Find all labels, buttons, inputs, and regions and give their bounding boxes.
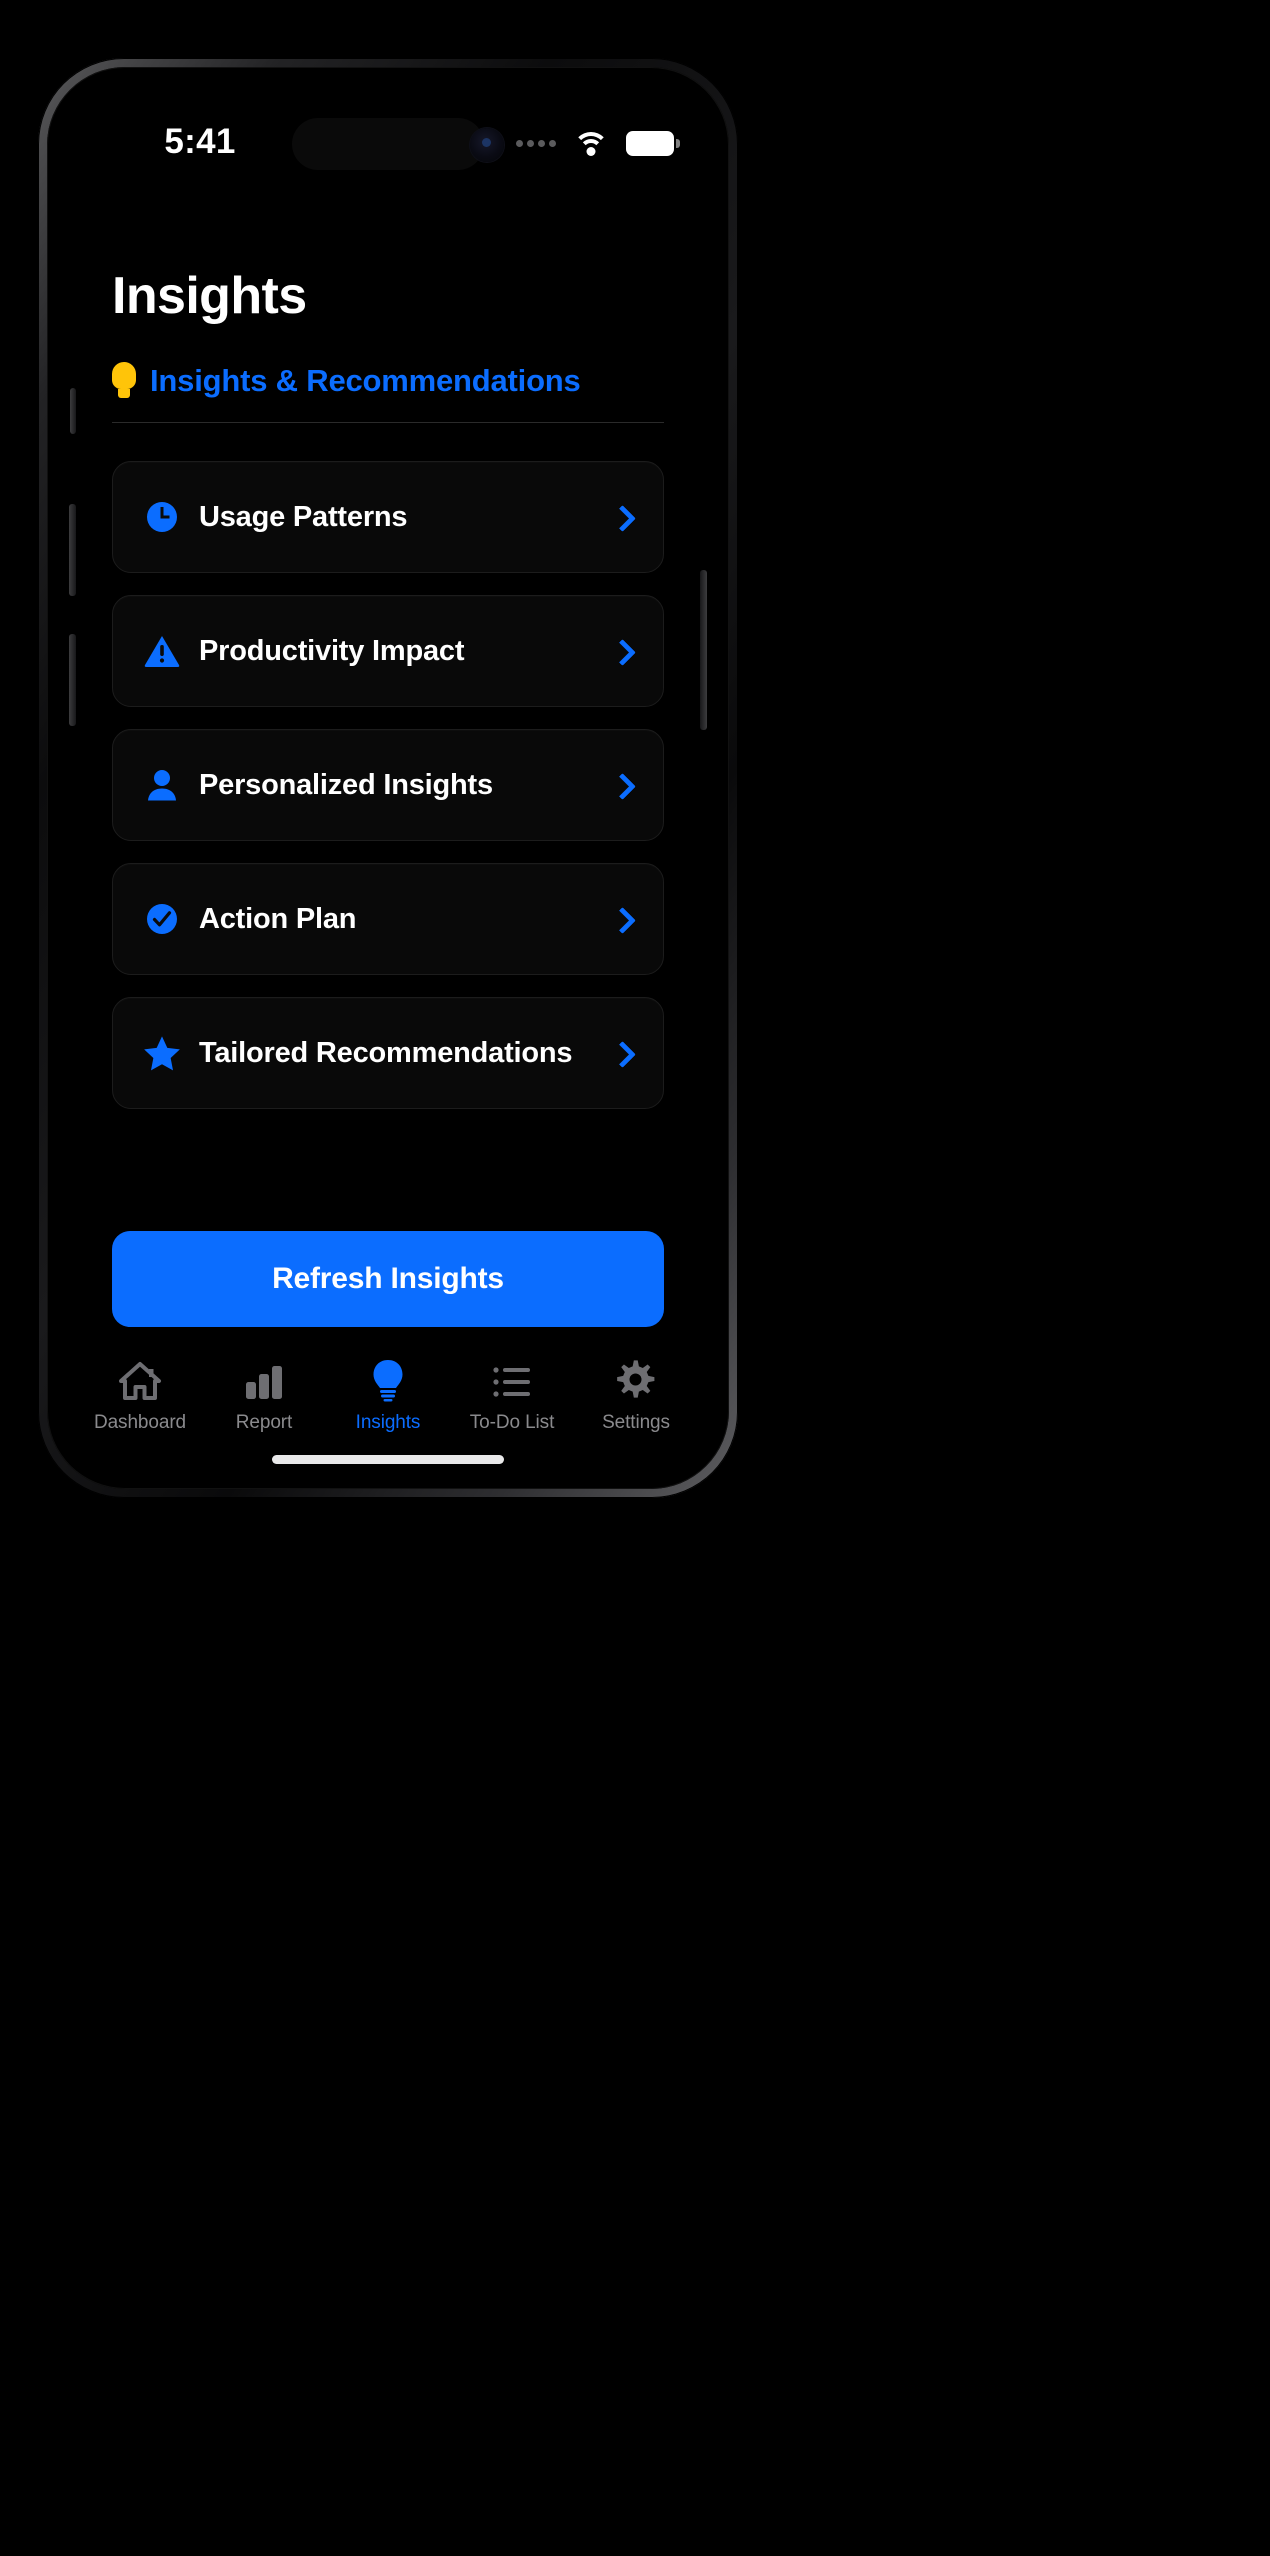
clock-icon	[143, 498, 181, 536]
home-indicator	[272, 1455, 504, 1464]
tab-label: To-Do List	[469, 1412, 555, 1433]
tab-insights[interactable]: Insights	[326, 1356, 450, 1434]
front-camera-icon	[470, 128, 504, 162]
insight-card-label: Usage Patterns	[199, 500, 408, 533]
bar-chart-icon	[243, 1356, 285, 1402]
list-icon	[491, 1356, 533, 1402]
insight-card-label: Productivity Impact	[199, 634, 465, 667]
section-title: Insights & Recommendations	[150, 363, 581, 398]
section-header: Insights & Recommendations	[82, 326, 694, 400]
refresh-button-container: Refresh Insights	[82, 1231, 694, 1327]
tab-label: Dashboard	[93, 1412, 187, 1433]
dynamic-island	[292, 118, 484, 170]
lightbulb-icon	[112, 362, 136, 400]
status-bar-indicators	[516, 120, 680, 166]
silent-switch[interactable]	[70, 388, 76, 434]
tab-settings[interactable]: Settings	[574, 1356, 698, 1434]
chevron-right-icon[interactable]	[611, 909, 631, 929]
insight-card-label: Tailored Recommendations	[199, 1036, 573, 1069]
volume-down-button[interactable]	[69, 634, 76, 726]
phone-bezel: 5:41 Insights Insights & Recommendations…	[47, 67, 729, 1489]
star-icon	[143, 1034, 181, 1072]
person-icon	[143, 766, 181, 804]
chevron-right-icon[interactable]	[611, 1043, 631, 1063]
chevron-right-icon[interactable]	[611, 775, 631, 795]
tab-label: Report	[235, 1412, 293, 1433]
warning-icon	[143, 632, 181, 670]
tab-label: Insights	[355, 1412, 421, 1433]
wifi-icon	[573, 130, 609, 156]
insight-card-action-plan[interactable]: Action Plan	[112, 863, 664, 975]
insight-card-tailored-recommendations[interactable]: Tailored Recommendations	[112, 997, 664, 1109]
page-title: Insights	[112, 267, 307, 325]
phone-device-frame: 5:41 Insights Insights & Recommendations…	[38, 58, 738, 1498]
phone-screen: 5:41 Insights Insights & Recommendations…	[52, 72, 724, 1484]
tab-label: Settings	[602, 1412, 670, 1433]
status-bar-time: 5:41	[164, 122, 236, 161]
chevron-right-icon[interactable]	[611, 507, 631, 527]
battery-icon	[626, 130, 680, 156]
home-icon	[118, 1356, 162, 1402]
power-button[interactable]	[700, 570, 707, 730]
refresh-insights-button[interactable]: Refresh Insights	[112, 1231, 664, 1327]
insight-card-productivity-impact[interactable]: Productivity Impact	[112, 595, 664, 707]
insight-card-personalized-insights[interactable]: Personalized Insights	[112, 729, 664, 841]
chevron-right-icon[interactable]	[611, 641, 631, 661]
screenshot-root: 5:41 Insights Insights & Recommendations…	[0, 0, 1270, 2556]
insight-card-label: Personalized Insights	[199, 768, 493, 801]
tab-todo-list[interactable]: To-Do List	[450, 1356, 574, 1434]
check-circle-icon	[143, 900, 181, 938]
lightbulb-icon	[370, 1356, 406, 1402]
page-content: Insights Insights & Recommendations Usag…	[52, 190, 724, 1484]
gear-icon	[614, 1356, 658, 1402]
insight-card-usage-patterns[interactable]: Usage Patterns	[112, 461, 664, 573]
tab-report[interactable]: Report	[202, 1356, 326, 1434]
insight-card-label: Action Plan	[199, 902, 357, 935]
volume-up-button[interactable]	[69, 504, 76, 596]
insight-card-list: Usage Patterns Productivity Impact Perso…	[82, 423, 694, 1109]
tab-dashboard[interactable]: Dashboard	[78, 1356, 202, 1434]
signal-dots-icon	[516, 139, 556, 147]
